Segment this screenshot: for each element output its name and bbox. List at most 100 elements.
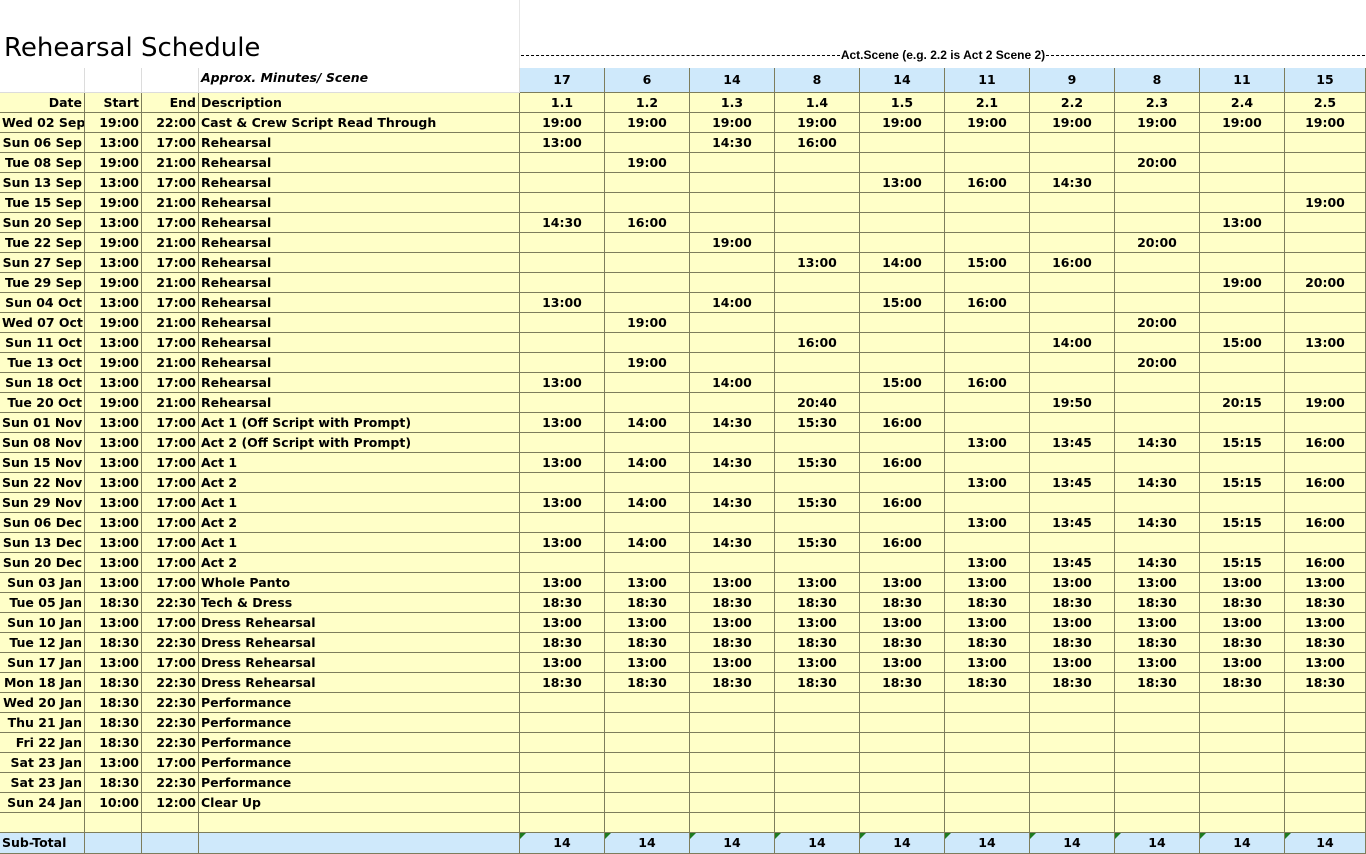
scene-time-cell[interactable] [605, 273, 690, 293]
scene-time-cell[interactable] [860, 213, 945, 233]
date-cell[interactable]: Sun 13 Dec [0, 533, 85, 553]
scene-time-cell[interactable] [690, 313, 775, 333]
end-cell[interactable]: 21:00 [142, 153, 199, 173]
start-cell[interactable]: 19:00 [85, 393, 142, 413]
start-cell[interactable]: 13:00 [85, 333, 142, 353]
description-cell[interactable]: Rehearsal [199, 293, 520, 313]
scene-time-cell[interactable] [1285, 733, 1366, 753]
end-cell[interactable]: 17:00 [142, 533, 199, 553]
date-cell[interactable]: Tue 15 Sep [0, 193, 85, 213]
scene-time-cell[interactable] [775, 473, 860, 493]
scene-time-cell[interactable] [775, 153, 860, 173]
description-cell[interactable]: Dress Rehearsal [199, 673, 520, 693]
date-cell[interactable]: Sun 04 Oct [0, 293, 85, 313]
scene-time-cell[interactable]: 13:00 [1285, 653, 1366, 673]
scene-time-cell[interactable]: 18:30 [1030, 673, 1115, 693]
scene-header[interactable]: 2.5 [1285, 93, 1366, 113]
scene-time-cell[interactable] [775, 233, 860, 253]
subtotal-cell[interactable]: 14 [1200, 833, 1285, 854]
scene-time-cell[interactable] [860, 513, 945, 533]
scene-time-cell[interactable]: 18:30 [775, 633, 860, 653]
scene-time-cell[interactable]: 18:30 [775, 593, 860, 613]
end-cell[interactable]: 21:00 [142, 193, 199, 213]
start-cell[interactable]: 19:00 [85, 313, 142, 333]
scene-header[interactable]: 1.5 [860, 93, 945, 113]
scene-time-cell[interactable] [520, 813, 605, 833]
scene-time-cell[interactable] [775, 693, 860, 713]
end-cell[interactable]: 22:30 [142, 673, 199, 693]
scene-time-cell[interactable] [775, 193, 860, 213]
date-cell[interactable]: Wed 02 Sep [0, 113, 85, 133]
scene-time-cell[interactable] [605, 473, 690, 493]
scene-header[interactable]: 1.1 [520, 93, 605, 113]
scene-time-cell[interactable] [690, 193, 775, 213]
subtotal-cell[interactable]: 14 [605, 833, 690, 854]
scene-time-cell[interactable]: 13:00 [520, 373, 605, 393]
date-cell[interactable]: Wed 20 Jan [0, 693, 85, 713]
end-cell[interactable]: 17:00 [142, 613, 199, 633]
scene-time-cell[interactable] [945, 133, 1030, 153]
start-cell[interactable]: 19:00 [85, 353, 142, 373]
scene-time-cell[interactable] [860, 233, 945, 253]
scene-time-cell[interactable]: 13:00 [520, 653, 605, 673]
scene-time-cell[interactable] [860, 153, 945, 173]
scene-time-cell[interactable] [1200, 353, 1285, 373]
minutes-cell[interactable]: 8 [775, 68, 860, 93]
subtotal-cell[interactable]: 14 [1285, 833, 1366, 854]
scene-time-cell[interactable]: 15:15 [1200, 553, 1285, 573]
scene-time-cell[interactable]: 15:15 [1200, 473, 1285, 493]
end-cell[interactable]: 22:30 [142, 593, 199, 613]
scene-time-cell[interactable]: 15:15 [1200, 433, 1285, 453]
scene-time-cell[interactable] [945, 273, 1030, 293]
scene-time-cell[interactable] [1030, 493, 1115, 513]
scene-time-cell[interactable]: 18:30 [1200, 633, 1285, 653]
scene-time-cell[interactable] [690, 713, 775, 733]
scene-time-cell[interactable]: 13:00 [520, 453, 605, 473]
scene-time-cell[interactable] [945, 413, 1030, 433]
scene-time-cell[interactable] [1030, 193, 1115, 213]
scene-time-cell[interactable]: 18:30 [605, 673, 690, 693]
scene-time-cell[interactable]: 13:00 [775, 253, 860, 273]
scene-time-cell[interactable]: 18:30 [860, 593, 945, 613]
scene-time-cell[interactable] [775, 293, 860, 313]
scene-time-cell[interactable] [1115, 133, 1200, 153]
date-cell[interactable]: Tue 20 Oct [0, 393, 85, 413]
end-cell[interactable]: 17:00 [142, 253, 199, 273]
scene-time-cell[interactable] [1115, 713, 1200, 733]
scene-time-cell[interactable]: 14:00 [690, 373, 775, 393]
scene-time-cell[interactable]: 13:00 [1285, 573, 1366, 593]
scene-time-cell[interactable]: 13:00 [775, 653, 860, 673]
start-cell[interactable]: 18:30 [85, 713, 142, 733]
scene-time-cell[interactable]: 13:00 [520, 613, 605, 633]
scene-time-cell[interactable]: 13:00 [945, 513, 1030, 533]
scene-time-cell[interactable]: 13:00 [860, 613, 945, 633]
scene-time-cell[interactable]: 18:30 [1285, 673, 1366, 693]
scene-time-cell[interactable] [1030, 133, 1115, 153]
scene-time-cell[interactable]: 18:30 [775, 673, 860, 693]
end-cell[interactable]: 17:00 [142, 493, 199, 513]
scene-time-cell[interactable] [860, 773, 945, 793]
scene-time-cell[interactable]: 18:30 [1115, 593, 1200, 613]
scene-time-cell[interactable] [945, 773, 1030, 793]
scene-time-cell[interactable] [690, 773, 775, 793]
date-cell[interactable]: Sun 06 Dec [0, 513, 85, 533]
scene-time-cell[interactable] [945, 313, 1030, 333]
scene-time-cell[interactable] [1200, 813, 1285, 833]
scene-time-cell[interactable] [860, 193, 945, 213]
start-cell[interactable]: 19:00 [85, 193, 142, 213]
scene-time-cell[interactable] [775, 713, 860, 733]
scene-time-cell[interactable]: 14:00 [860, 253, 945, 273]
scene-time-cell[interactable] [1285, 173, 1366, 193]
scene-time-cell[interactable]: 19:00 [605, 313, 690, 333]
scene-time-cell[interactable] [1285, 313, 1366, 333]
description-cell[interactable]: Performance [199, 773, 520, 793]
scene-time-cell[interactable]: 19:00 [690, 233, 775, 253]
scene-time-cell[interactable]: 15:30 [775, 533, 860, 553]
description-cell[interactable]: Rehearsal [199, 173, 520, 193]
scene-time-cell[interactable] [1115, 333, 1200, 353]
scene-time-cell[interactable]: 16:00 [1285, 433, 1366, 453]
scene-time-cell[interactable] [860, 433, 945, 453]
scene-time-cell[interactable]: 16:00 [860, 493, 945, 513]
scene-time-cell[interactable] [1200, 713, 1285, 733]
end-cell[interactable]: 17:00 [142, 213, 199, 233]
